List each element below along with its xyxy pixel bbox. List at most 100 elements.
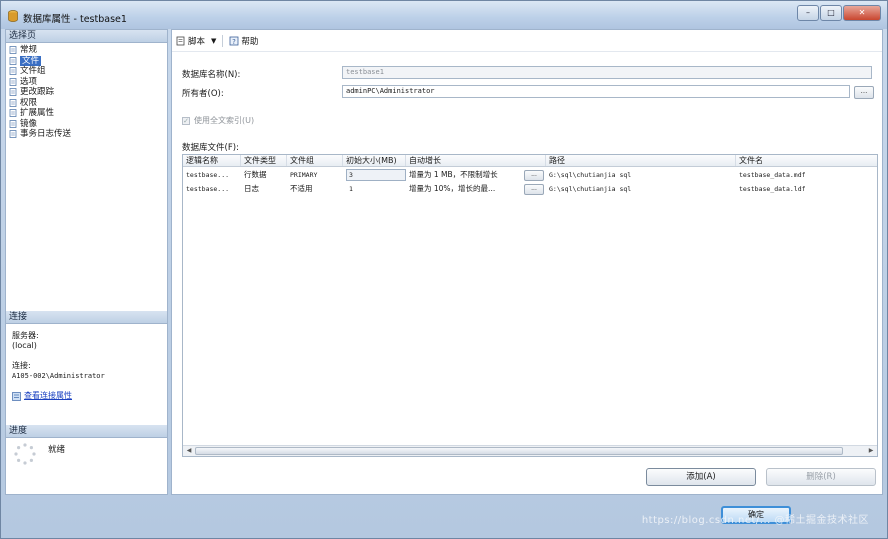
column-header[interactable]: 文件类型: [241, 155, 287, 166]
owner-field[interactable]: adminPC\Administrator: [342, 85, 850, 98]
column-header[interactable]: 文件名: [736, 155, 877, 166]
column-header[interactable]: 路径: [546, 155, 736, 166]
filegroup-cell[interactable]: 不适用: [287, 182, 343, 196]
connection-header: 连接: [6, 311, 167, 324]
title-bar[interactable]: 数据库属性 - testbase1 – □ ✕: [1, 1, 887, 29]
scroll-right-icon[interactable]: ▶: [866, 447, 876, 455]
autogrowth-text: 增量为 1 MB，不限制增长: [409, 170, 498, 179]
table-row[interactable]: testbase... 日志 不适用 1 增量为 10%，增长的最... ...…: [183, 182, 877, 196]
page-icon: [9, 46, 17, 55]
toolbar-separator: [222, 34, 224, 47]
db-name-field[interactable]: testbase1: [342, 66, 872, 79]
page-icon: [9, 98, 17, 107]
page-icon: [9, 119, 17, 128]
autogrowth-edit-button[interactable]: ...: [524, 169, 544, 181]
server-value: (local): [12, 341, 37, 350]
page-item-filegroups[interactable]: 文件组: [9, 66, 167, 77]
page-item-general[interactable]: 常规: [9, 45, 167, 56]
page-icon: [9, 77, 17, 86]
page-icon: [9, 130, 17, 139]
dialog-body: 选择页 常规 文件 文件组 选项 更改跟踪 权限 扩展属性 镜像 事务日志传送 …: [5, 29, 883, 497]
page-item-label: 镜像: [20, 118, 38, 129]
logical-name-cell[interactable]: testbase...: [183, 182, 241, 196]
page-item-label: 选项: [20, 76, 38, 87]
page-item-mirroring[interactable]: 镜像: [9, 119, 167, 130]
connection-info: 服务器: (local) 连接: A105-002\Administrator …: [6, 324, 167, 408]
script-button[interactable]: 脚本 ▼: [176, 35, 216, 47]
autogrowth-edit-button[interactable]: ...: [524, 183, 544, 195]
progress-spinner-icon: [14, 443, 36, 465]
window-controls: – □ ✕: [797, 5, 881, 21]
page-item-files[interactable]: 文件: [9, 55, 167, 66]
maximize-button[interactable]: □: [820, 5, 842, 21]
left-pane: 选择页 常规 文件 文件组 选项 更改跟踪 权限 扩展属性 镜像 事务日志传送 …: [5, 29, 168, 495]
page-icon: [9, 88, 17, 97]
table-row[interactable]: testbase... 行数据 PRIMARY 3 增量为 1 MB，不限制增长…: [183, 168, 877, 182]
fulltext-checkbox-row[interactable]: ✓ 使用全文索引(U): [182, 115, 254, 126]
column-header[interactable]: 文件组: [287, 155, 343, 166]
help-label: 帮助: [241, 36, 259, 47]
fulltext-label: 使用全文索引(U): [194, 116, 255, 125]
right-pane: 脚本 ▼ ? 帮助 数据库名称(N): testbase1 所有者(O): ad…: [171, 29, 883, 495]
path-cell[interactable]: G:\sql\chutianjia sql: [546, 168, 736, 182]
page-icon: [9, 67, 17, 76]
toolbar: 脚本 ▼ ? 帮助: [172, 30, 882, 52]
svg-text:?: ?: [233, 37, 237, 45]
page-item-extended-properties[interactable]: 扩展属性: [9, 108, 167, 119]
connection-value: A105-002\Administrator: [12, 372, 105, 380]
path-cell[interactable]: G:\sql\chutianjia sql: [546, 182, 736, 196]
page-icon: [9, 109, 17, 118]
file-type-cell[interactable]: 日志: [241, 182, 287, 196]
horizontal-scrollbar[interactable]: ◀ ▶: [183, 445, 877, 456]
autogrowth-cell: 增量为 10%，增长的最... ...: [406, 182, 546, 196]
minimize-button[interactable]: –: [797, 5, 819, 21]
progress-section: 进度 就绪: [6, 425, 167, 465]
help-button[interactable]: ? 帮助: [229, 35, 258, 47]
view-connection-properties-link[interactable]: 查看连接属性: [12, 391, 72, 401]
filegroup-cell[interactable]: PRIMARY: [287, 168, 343, 182]
page-item-label: 扩展属性: [20, 108, 55, 118]
autogrowth-text: 增量为 10%，增长的最...: [409, 184, 496, 193]
close-button[interactable]: ✕: [843, 5, 881, 21]
page-item-label: 更改跟踪: [20, 87, 55, 97]
page-item-permissions[interactable]: 权限: [9, 98, 167, 109]
filename-cell[interactable]: testbase_data.mdf: [736, 168, 877, 182]
filename-cell[interactable]: testbase_data.ldf: [736, 182, 877, 196]
page-item-change-tracking[interactable]: 更改跟踪: [9, 87, 167, 98]
page-list: 常规 文件 文件组 选项 更改跟踪 权限 扩展属性 镜像 事务日志传送: [6, 43, 167, 140]
initial-size-input[interactable]: 3: [346, 169, 406, 181]
page-item-label: 文件组: [20, 66, 46, 76]
initial-size-cell: 1: [343, 182, 406, 196]
owner-label: 所有者(O):: [182, 89, 224, 99]
owner-browse-button[interactable]: ...: [854, 86, 874, 99]
scrollbar-thumb[interactable]: [195, 447, 843, 455]
column-header[interactable]: 自动增长: [406, 155, 546, 166]
page-item-log-shipping[interactable]: 事务日志传送: [9, 129, 167, 140]
select-page-header: 选择页: [6, 30, 167, 43]
remove-button[interactable]: 删除(R): [766, 468, 876, 486]
initial-size-cell: 3: [343, 168, 406, 182]
grid-header: 逻辑名称 文件类型 文件组 初始大小(MB) 自动增长 路径 文件名: [183, 155, 877, 167]
page-item-label: 权限: [20, 97, 38, 108]
add-button[interactable]: 添加(A): [646, 468, 756, 486]
database-files-grid: 逻辑名称 文件类型 文件组 初始大小(MB) 自动增长 路径 文件名 testb…: [182, 154, 878, 457]
initial-size-text[interactable]: 1: [346, 182, 353, 196]
file-type-cell[interactable]: 行数据: [241, 168, 287, 182]
column-header[interactable]: 初始大小(MB): [343, 155, 406, 166]
window-title: 数据库属性 - testbase1: [23, 14, 127, 25]
column-header[interactable]: 逻辑名称: [183, 155, 241, 166]
fulltext-checkbox[interactable]: ✓: [182, 116, 190, 125]
script-icon: [176, 36, 185, 45]
connection-label: 连接:: [12, 361, 31, 370]
watermark-text: https://blog.csdn.net/... @稀土掘金技术社区: [641, 515, 869, 526]
view-connection-properties-text: 查看连接属性: [24, 391, 72, 400]
database-icon: [8, 10, 18, 22]
db-files-label: 数据库文件(F):: [182, 143, 239, 153]
help-icon: ?: [230, 36, 239, 45]
page-item-options[interactable]: 选项: [9, 77, 167, 88]
dialog-footer: 确定 https://blog.csdn.net/... @稀土掘金技术社区: [5, 497, 883, 537]
logical-name-cell[interactable]: testbase...: [183, 168, 241, 182]
page-item-label: 事务日志传送: [20, 129, 72, 139]
scroll-left-icon[interactable]: ◀: [184, 447, 194, 455]
chevron-down-icon[interactable]: ▼: [211, 37, 216, 45]
